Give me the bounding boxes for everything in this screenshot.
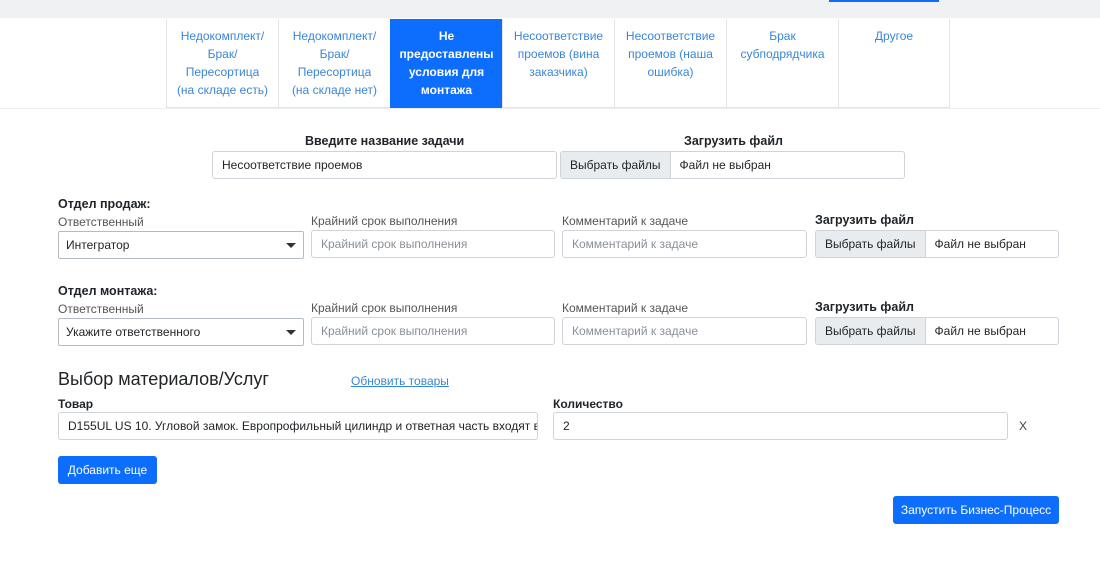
install-responsible-value: Укажите ответственного [66, 325, 201, 339]
divider [0, 108, 1100, 109]
sales-deadline-input[interactable]: Крайний срок выполнения [311, 230, 555, 258]
sales-file-button[interactable]: Выбрать файлы [816, 231, 926, 257]
install-file-button[interactable]: Выбрать файлы [816, 318, 926, 344]
sales-responsible-label: Ответственный [58, 215, 144, 229]
install-comment-label: Комментарий к задаче [562, 301, 689, 315]
tab-incomplete-in-stock[interactable]: Недокомплект/ Брак/ Пересортица (на скла… [166, 19, 278, 108]
sales-upload-label: Загрузить файл [815, 213, 914, 227]
refresh-products-link[interactable]: Обновить товары [351, 374, 449, 388]
quantity-label: Количество [553, 397, 623, 411]
tab-subcontractor-defect[interactable]: Брак субподрядчика [726, 19, 838, 108]
install-responsible-label: Ответственный [58, 302, 144, 316]
add-more-button[interactable]: Добавить еще [58, 456, 157, 484]
tab-opening-mismatch-ours[interactable]: Несоответствие проемов (наша ошибка) [614, 19, 726, 108]
product-input[interactable]: D155UL US 10. Угловой замок. Европрофиль… [58, 412, 538, 440]
task-file-button[interactable]: Выбрать файлы [561, 152, 671, 178]
tab-incomplete-out-of-stock[interactable]: Недокомплект/ Брак/ Пересортица (на скла… [278, 19, 390, 108]
sales-file-input[interactable]: Выбрать файлы Файл не выбран [815, 230, 1059, 258]
product-label: Товар [58, 397, 94, 411]
category-tabs: Недокомплект/ Брак/ Пересортица (на скла… [166, 19, 950, 108]
chevron-down-icon [286, 243, 296, 248]
remove-item-button[interactable]: X [1019, 419, 1027, 433]
task-name-input[interactable]: Несоответствие проемов [212, 151, 557, 179]
install-title: Отдел монтажа: [58, 284, 158, 298]
install-deadline-label: Крайний срок выполнения [311, 301, 458, 315]
sales-title: Отдел продаж: [58, 197, 151, 211]
sales-responsible-select[interactable]: Интегратор [58, 231, 304, 259]
task-file-input[interactable]: Выбрать файлы Файл не выбран [560, 151, 905, 179]
start-business-process-button[interactable]: Запустить Бизнес-Процесс [893, 496, 1059, 524]
task-name-label: Введите название задачи [305, 134, 465, 148]
sales-responsible-value: Интегратор [66, 238, 130, 252]
top-bar [0, 0, 1100, 18]
materials-title: Выбор материалов/Услуг [58, 369, 269, 389]
tab-other[interactable]: Другое [838, 19, 950, 108]
chevron-down-icon [286, 330, 296, 335]
quantity-input[interactable]: 2 [553, 412, 1008, 440]
install-upload-label: Загрузить файл [815, 300, 914, 314]
task-file-status: Файл не выбран [679, 158, 771, 172]
top-bar-accent [829, 0, 939, 2]
sales-comment-label: Комментарий к задаче [562, 214, 689, 228]
sales-deadline-label: Крайний срок выполнения [311, 214, 458, 228]
install-file-input[interactable]: Выбрать файлы Файл не выбран [815, 317, 1059, 345]
install-comment-input[interactable]: Комментарий к задаче [562, 317, 807, 345]
install-responsible-select[interactable]: Укажите ответственного [58, 318, 304, 346]
sales-comment-input[interactable]: Комментарий к задаче [562, 230, 807, 258]
install-file-status: Файл не выбран [934, 324, 1026, 338]
task-upload-label: Загрузить файл [684, 134, 783, 148]
install-deadline-input[interactable]: Крайний срок выполнения [311, 317, 555, 345]
tab-opening-mismatch-customer[interactable]: Несоответствие проемов (вина заказчика) [502, 19, 614, 108]
sales-file-status: Файл не выбран [934, 237, 1026, 251]
tab-no-installation-conditions[interactable]: Не предоставлены условия для монтажа [390, 19, 502, 108]
